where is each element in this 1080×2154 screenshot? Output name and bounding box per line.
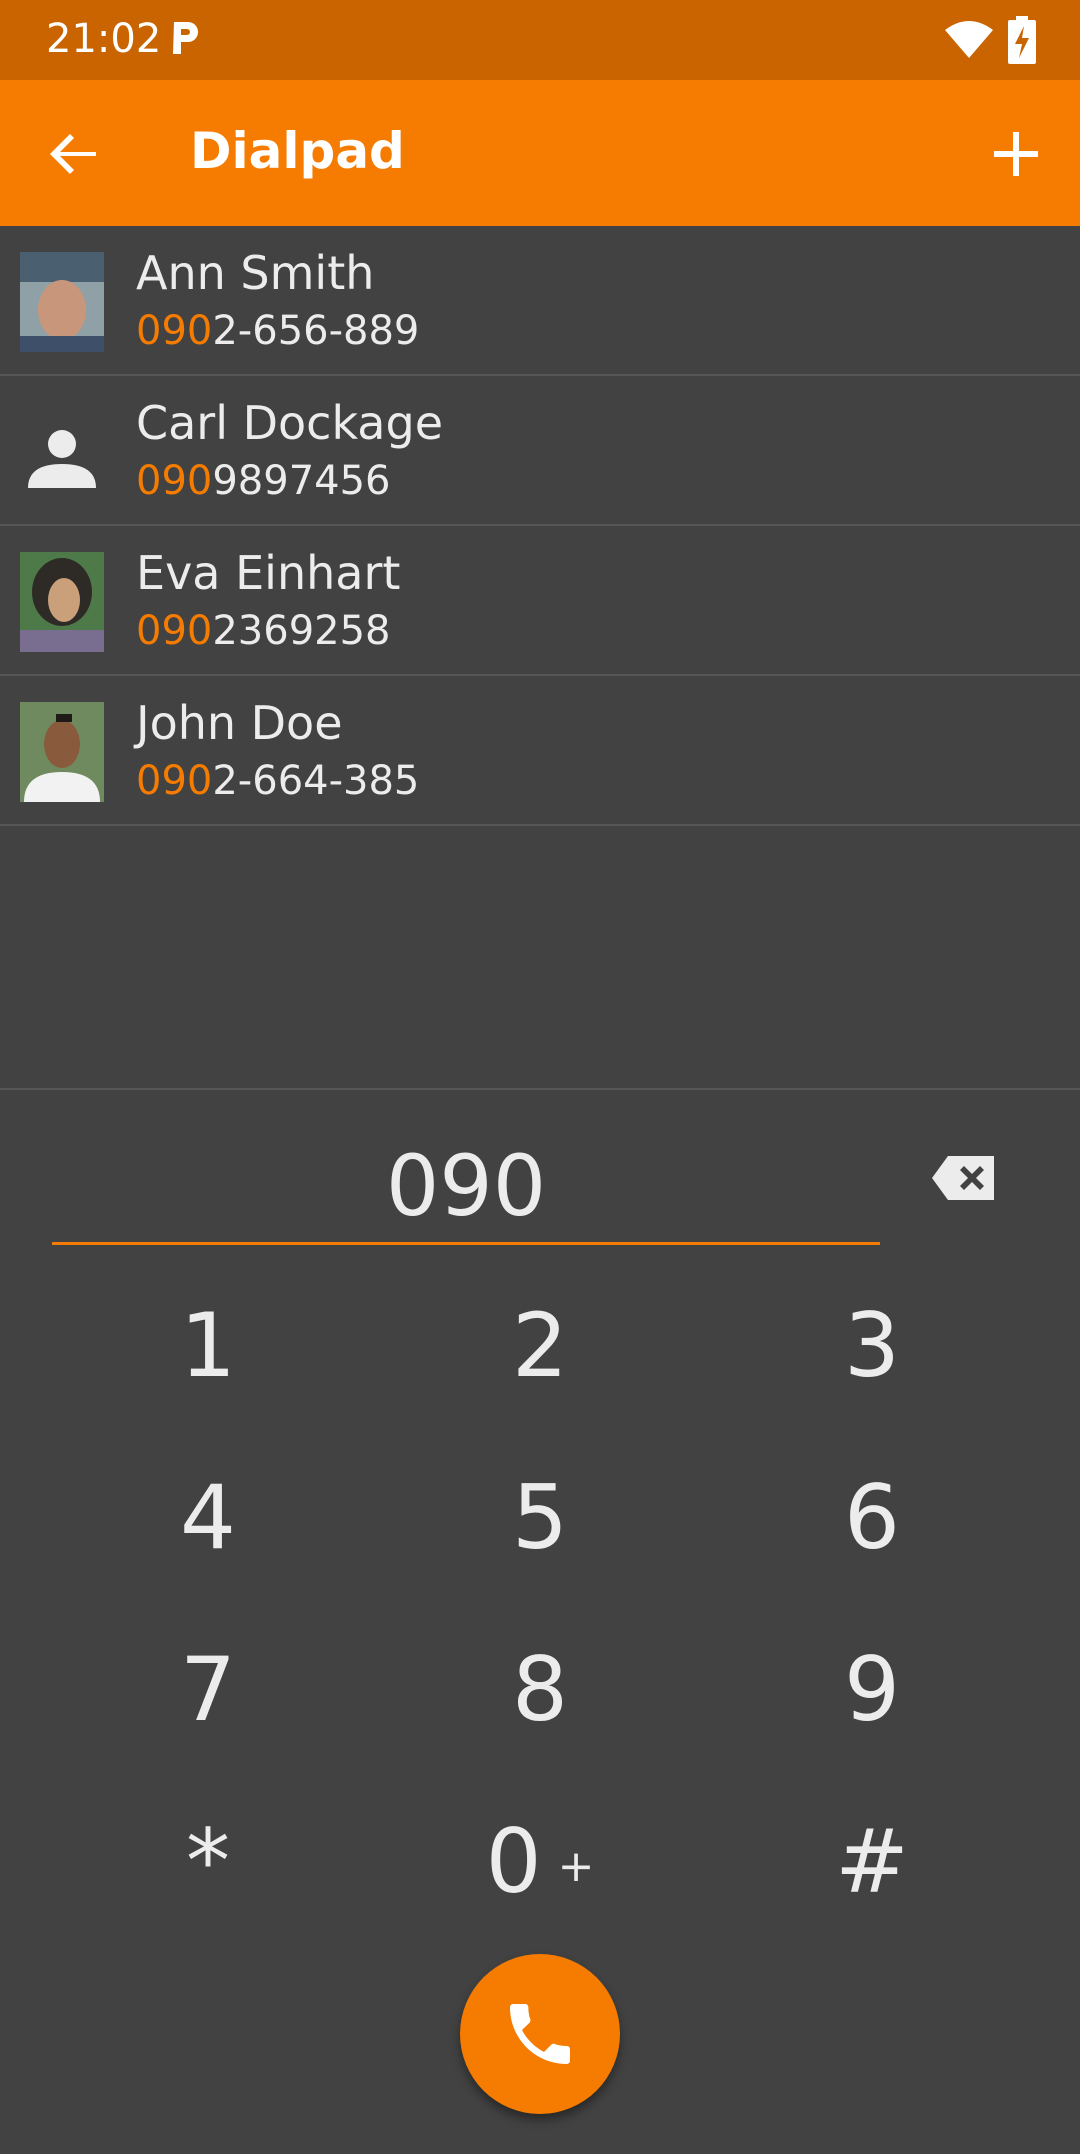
add-icon[interactable] — [982, 120, 1050, 188]
person-icon — [28, 430, 96, 488]
key-0-plus: + — [557, 1840, 595, 1892]
contact-name: Carl Dockage — [136, 396, 443, 450]
key-5[interactable]: 5 — [420, 1442, 660, 1592]
key-4[interactable]: 4 — [88, 1442, 328, 1592]
number-match: 090 — [136, 608, 213, 654]
number-match: 090 — [136, 458, 213, 504]
number-rest: 2-656-889 — [212, 308, 420, 354]
contact-name: John Doe — [136, 696, 343, 750]
contact-row[interactable]: John Doe 0902-664-385 — [0, 676, 1080, 826]
key-7[interactable]: 7 — [88, 1614, 328, 1764]
number-rest: 2-664-385 — [212, 758, 420, 804]
number-rest: 2369258 — [212, 608, 391, 654]
contact-photo-avatar — [20, 552, 104, 652]
contact-number: 0902-664-385 — [136, 758, 419, 804]
key-6[interactable]: 6 — [752, 1442, 992, 1592]
key-1[interactable]: 1 — [88, 1270, 328, 1420]
contact-photo-avatar — [20, 702, 104, 802]
backspace-icon[interactable] — [930, 1152, 998, 1204]
contact-row[interactable]: Carl Dockage 0909897456 — [0, 376, 1080, 526]
key-hash[interactable]: # — [752, 1786, 992, 1936]
key-star[interactable]: * — [88, 1786, 328, 1936]
phone-icon — [510, 2004, 570, 2064]
parking-notification-icon — [173, 22, 198, 54]
dial-number-input[interactable] — [52, 1130, 880, 1245]
wifi-icon — [945, 21, 993, 58]
key-9[interactable]: 9 — [752, 1614, 992, 1764]
back-arrow-icon[interactable] — [40, 120, 108, 188]
key-0-digit: 0 — [485, 1809, 542, 1913]
contact-photo-avatar — [20, 252, 104, 352]
number-match: 090 — [136, 308, 213, 354]
contact-list: Ann Smith 0902-656-889 Carl Dockage 0909… — [0, 226, 1080, 826]
app-bar: Dialpad — [0, 80, 1080, 226]
battery-charging-icon — [1008, 16, 1036, 64]
contact-number: 0902369258 — [136, 608, 391, 654]
call-button[interactable] — [460, 1954, 620, 2114]
contact-number: 0902-656-889 — [136, 308, 419, 354]
status-time: 21:02 — [46, 16, 162, 62]
key-2[interactable]: 2 — [420, 1270, 660, 1420]
key-8[interactable]: 8 — [420, 1614, 660, 1764]
dialpad-divider — [0, 1088, 1080, 1090]
key-3[interactable]: 3 — [752, 1270, 992, 1420]
number-rest: 9897456 — [212, 458, 391, 504]
contact-row[interactable]: Ann Smith 0902-656-889 — [0, 226, 1080, 376]
contact-name: Ann Smith — [136, 246, 375, 300]
contact-number: 0909897456 — [136, 458, 391, 504]
page-title: Dialpad — [190, 122, 405, 180]
contact-name: Eva Einhart — [136, 546, 401, 600]
status-bar: 21:02 — [0, 0, 1080, 80]
number-match: 090 — [136, 758, 213, 804]
contact-row[interactable]: Eva Einhart 0902369258 — [0, 526, 1080, 676]
key-0[interactable]: 0 + — [420, 1786, 660, 1936]
